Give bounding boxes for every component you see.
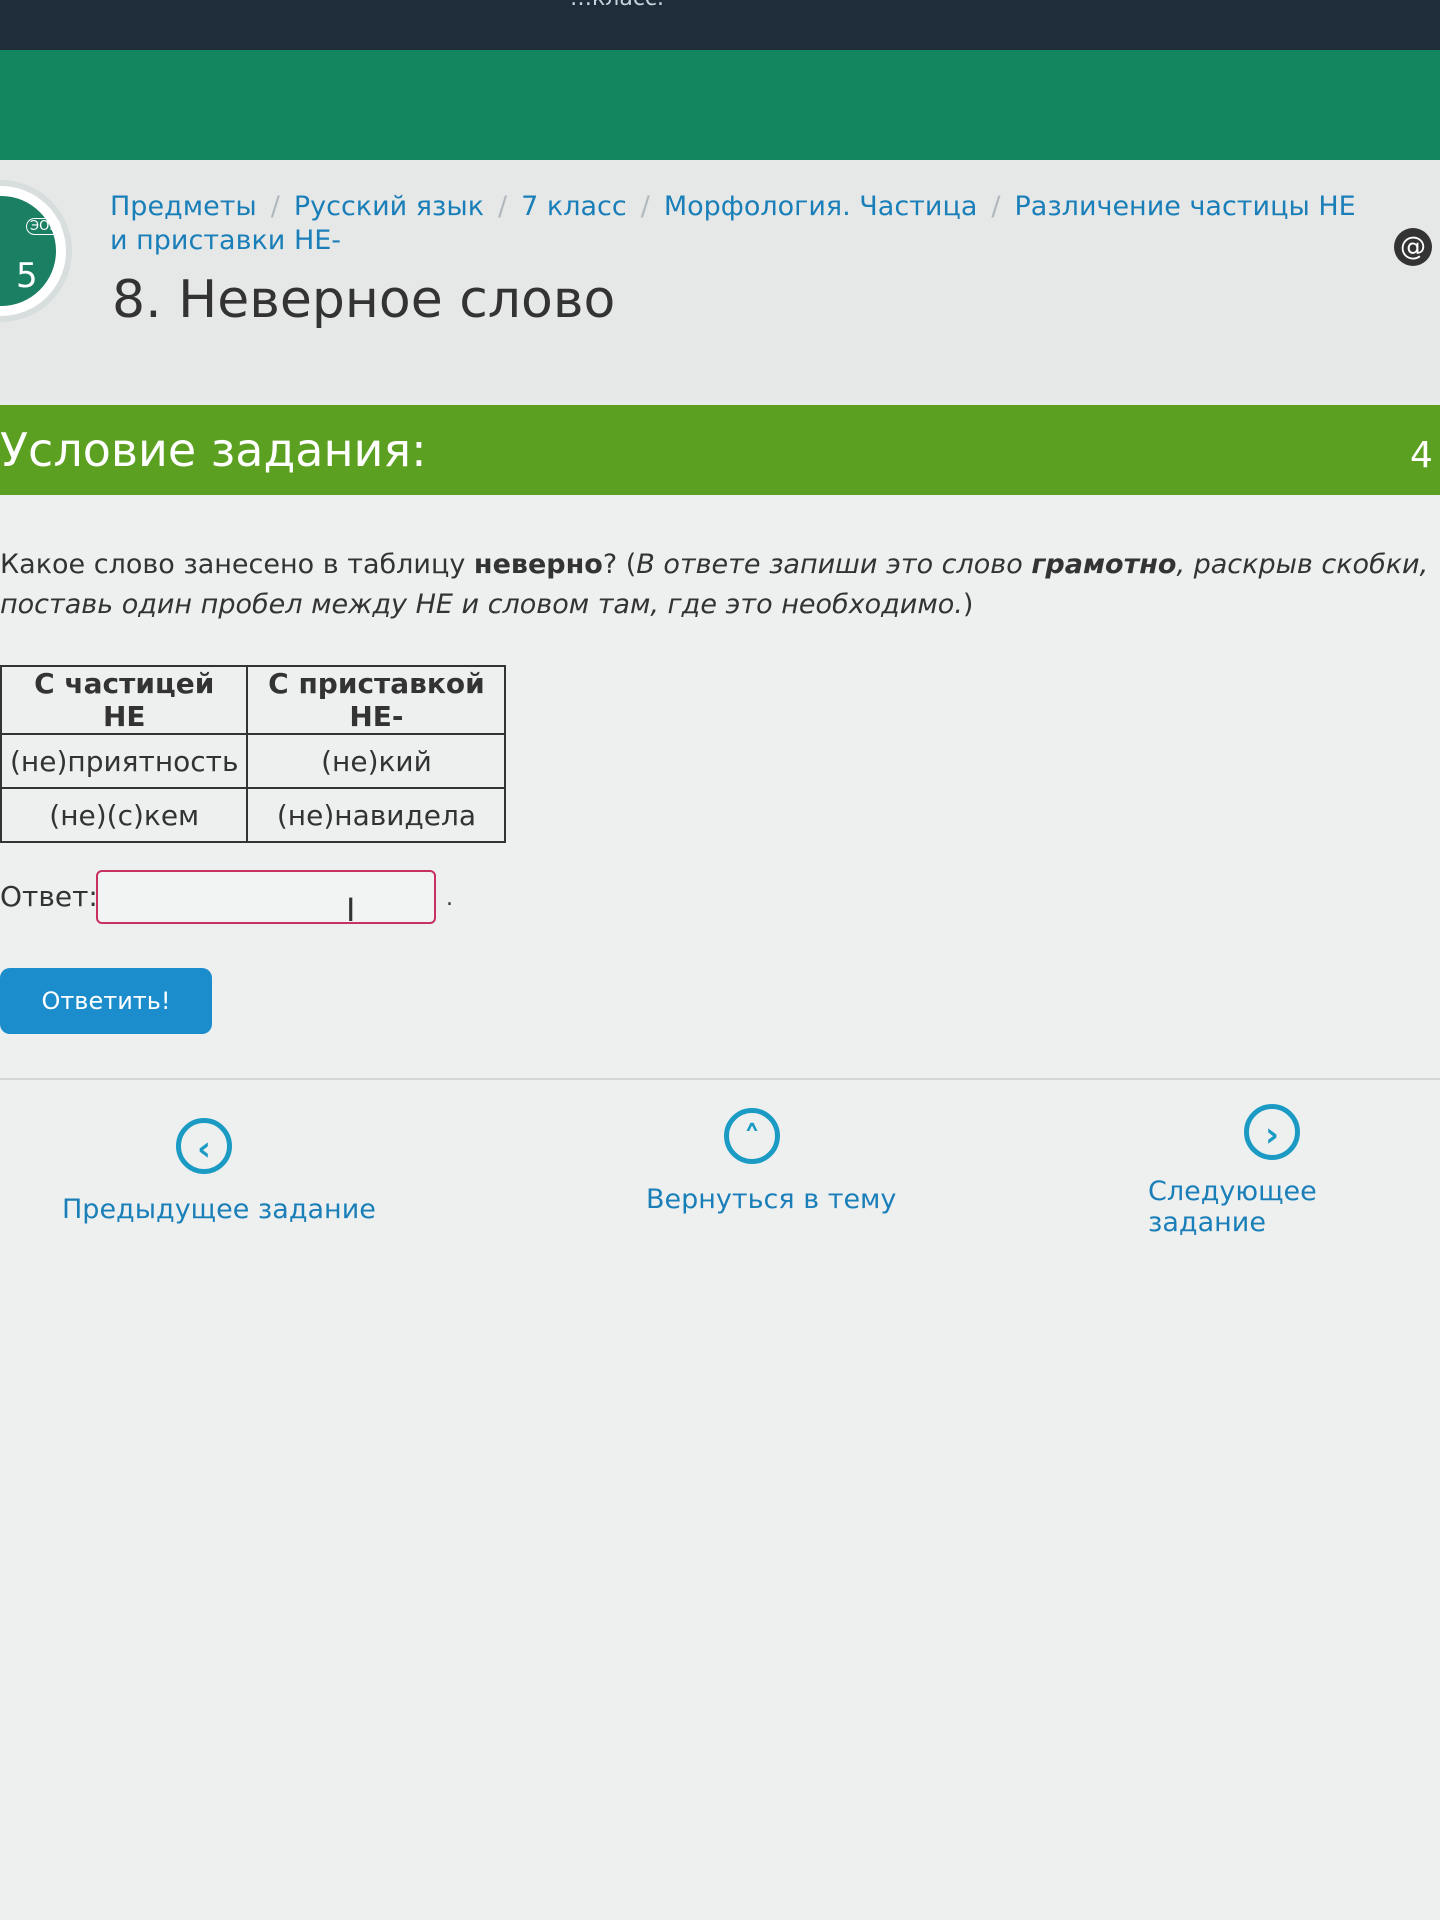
table-cell: (не)приятность bbox=[0, 733, 249, 789]
breadcrumb: Предметы / Русский язык / 7 класс / Морфология… bbox=[110, 190, 1370, 258]
back-to-topic-link[interactable]: Вернуться в тему bbox=[646, 1184, 896, 1215]
window-title-bar: …класс. bbox=[0, 0, 1440, 50]
breadcrumb-item-subjects[interactable]: Предметы bbox=[110, 191, 257, 222]
table-header-row: С частицей НЕ С приставкой НЕ- bbox=[0, 665, 507, 735]
task-header-label: Условие задания: bbox=[0, 423, 427, 477]
window-title: …класс. bbox=[570, 0, 664, 11]
task-question: Какое слово занесено в таблицу неверно? … bbox=[0, 545, 1440, 625]
table-header: С частицей НЕ bbox=[0, 665, 249, 735]
answer-label: Ответ: bbox=[0, 880, 98, 913]
breadcrumb-separator: / bbox=[498, 191, 508, 222]
at-icon[interactable]: @ bbox=[1394, 228, 1432, 266]
logo-number: 5 bbox=[16, 256, 38, 296]
question-mark: ? ( bbox=[602, 549, 637, 580]
task-points: 4 bbox=[1410, 435, 1433, 476]
breadcrumb-separator: / bbox=[270, 191, 280, 222]
words-table: С частицей НЕ С приставкой НЕ- (не)прият… bbox=[0, 665, 507, 843]
divider bbox=[0, 1078, 1440, 1080]
close-paren: ) bbox=[962, 589, 974, 620]
logo-text: ЭОР bbox=[26, 218, 62, 235]
breadcrumb-item-morphology[interactable]: Морфология. Частица bbox=[664, 191, 978, 222]
prev-task-link[interactable]: Предыдущее задание bbox=[62, 1194, 376, 1225]
next-task-link[interactable]: Следующее задание bbox=[1148, 1176, 1440, 1238]
question-bold: неверно bbox=[473, 549, 603, 580]
chevron-right-icon[interactable]: › bbox=[1244, 1104, 1300, 1160]
table-row: (не)приятность (не)кий bbox=[0, 733, 507, 789]
table-cell: (не)навидела bbox=[246, 787, 507, 843]
instruction-part-1: В ответе запиши это слово bbox=[636, 549, 1032, 580]
table-row: (не)(с)кем (не)навидела bbox=[0, 787, 507, 843]
instruction-bold: грамотно bbox=[1031, 549, 1177, 580]
answer-dot: . bbox=[446, 886, 453, 911]
breadcrumb-item-grade[interactable]: 7 класс bbox=[521, 191, 627, 222]
chevron-left-icon[interactable]: ‹ bbox=[176, 1118, 232, 1174]
logo-circle: ЭОР 5 bbox=[0, 196, 62, 306]
table-cell: (не)кий bbox=[246, 733, 507, 789]
text-cursor-icon: I bbox=[346, 891, 356, 929]
breadcrumb-separator: / bbox=[991, 191, 1001, 222]
question-prefix: Какое слово занесено в таблицу bbox=[0, 549, 474, 580]
page-title: 8. Неверное слово bbox=[112, 270, 616, 330]
table-header: С приставкой НЕ- bbox=[246, 665, 507, 735]
submit-button[interactable]: Ответить! bbox=[0, 968, 212, 1034]
breadcrumb-item-russian[interactable]: Русский язык bbox=[294, 191, 484, 222]
answer-input[interactable] bbox=[96, 870, 436, 924]
chevron-up-icon[interactable]: ˄ bbox=[724, 1108, 780, 1164]
table-cell: (не)(с)кем bbox=[0, 787, 249, 843]
breadcrumb-separator: / bbox=[640, 191, 650, 222]
task-header: Условие задания: 4 bbox=[0, 405, 1440, 495]
